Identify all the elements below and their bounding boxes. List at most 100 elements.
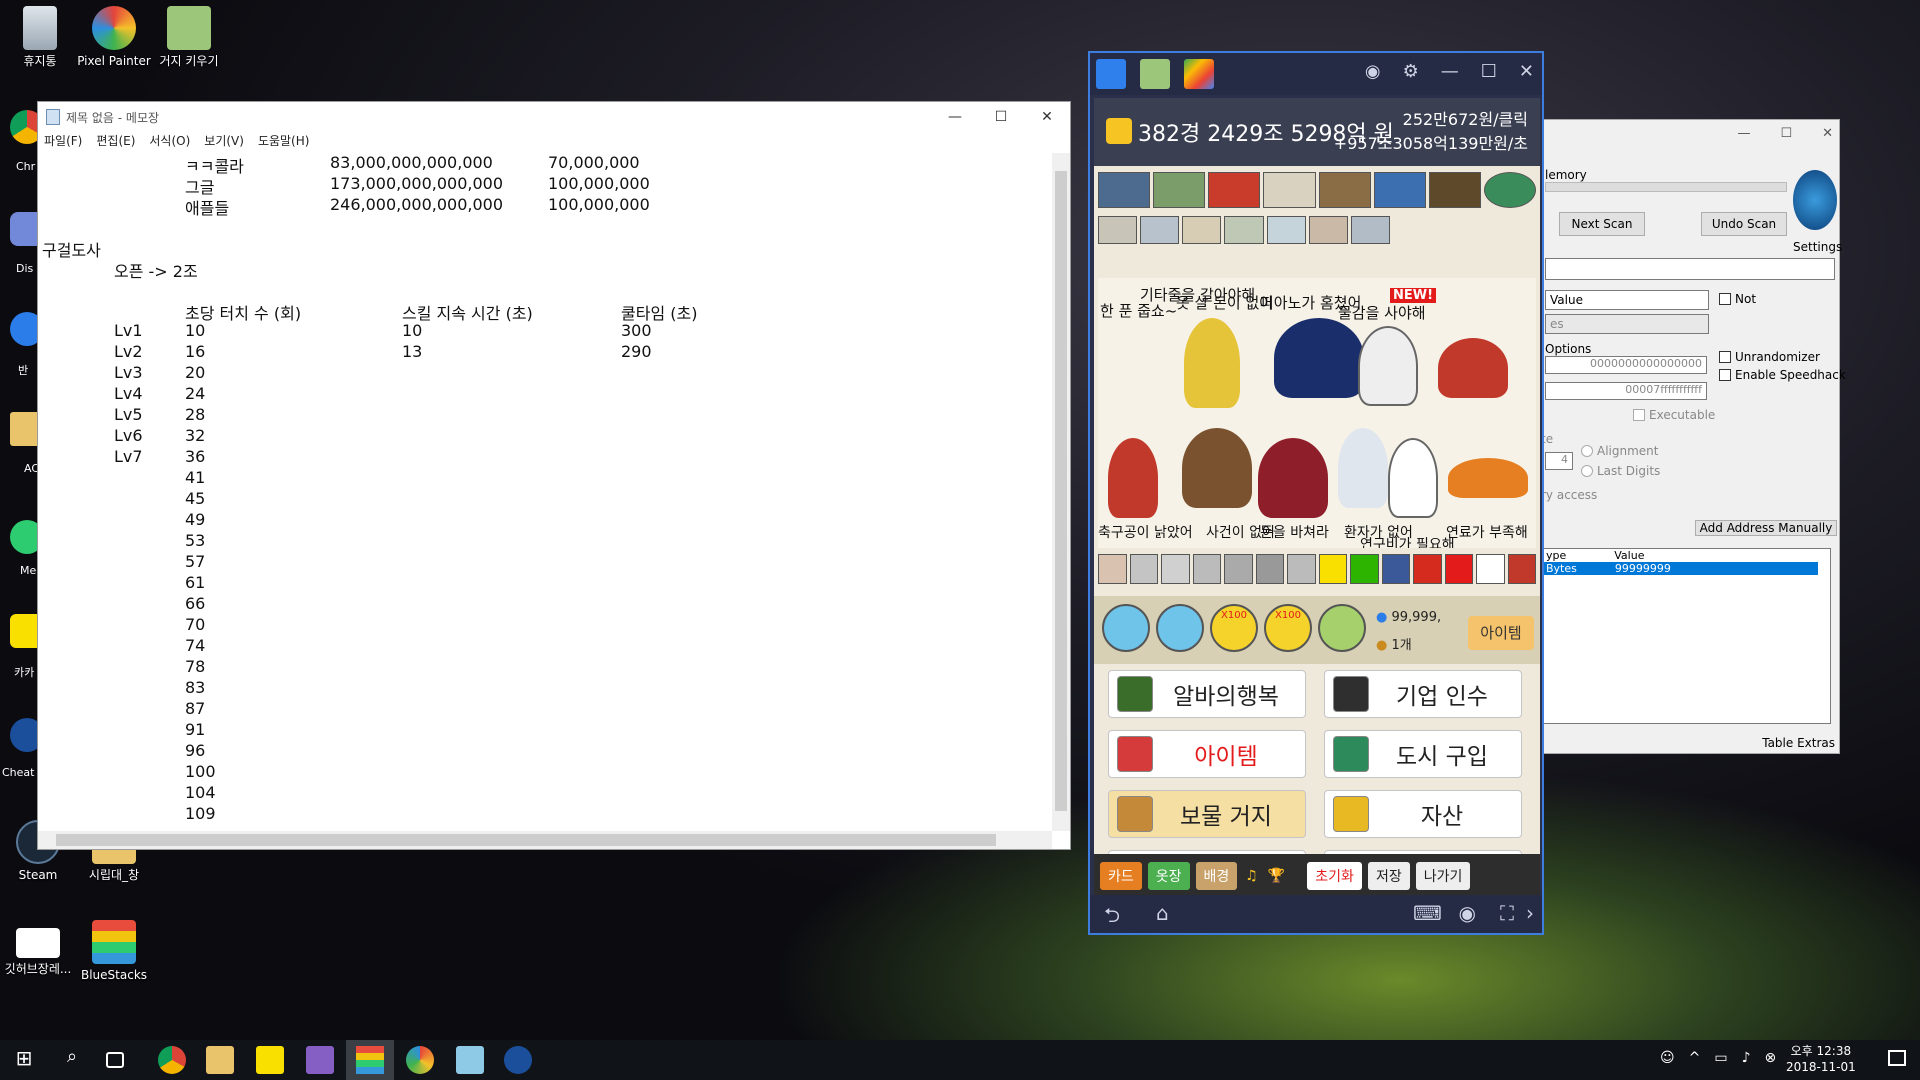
fullscreen-icon[interactable]: ⛶: [1500, 901, 1514, 925]
building-icon[interactable]: [1224, 216, 1264, 244]
building-icon[interactable]: [1182, 216, 1222, 244]
eye-icon[interactable]: ◉: [1459, 901, 1476, 925]
desktop-icon-github-file[interactable]: 깃허브장레...: [0, 920, 80, 976]
bs-minimize-button[interactable]: —: [1441, 61, 1459, 82]
globe-icon[interactable]: [1483, 172, 1536, 208]
address-list[interactable]: ype Value Bytes 99999999: [1541, 548, 1831, 724]
kakaotalk-taskbar-icon[interactable]: [256, 1046, 284, 1074]
brand-icon[interactable]: [1224, 554, 1253, 584]
background-button[interactable]: 배경: [1195, 862, 1238, 890]
notepad-titlebar[interactable]: 제목 없음 - 메모장: [38, 102, 1070, 132]
beggar-scene[interactable]: 기타줄을 갈아야해 한 푼 줍쇼~ 옷 살 돈이 없어 피아노가 홈쳤어 물감을…: [1098, 278, 1536, 548]
building-icon[interactable]: [1350, 216, 1390, 244]
menu-view[interactable]: 보기(V): [204, 132, 244, 152]
ce-maximize-button[interactable]: ☐: [1780, 126, 1792, 141]
brand-icon[interactable]: [1192, 554, 1221, 584]
mcdonalds-brand-icon[interactable]: [1413, 554, 1442, 584]
not-checkbox[interactable]: Not: [1719, 292, 1756, 306]
patron-icon[interactable]: [1428, 172, 1481, 208]
alignment-value-field[interactable]: 4: [1545, 452, 1573, 470]
buy-city-button[interactable]: 도시 구입: [1324, 730, 1522, 778]
desktop-icon-beggar-game[interactable]: 거지 키우기: [147, 6, 231, 68]
home-icon[interactable]: ⌂: [1156, 901, 1169, 925]
patron-icon[interactable]: [1153, 172, 1206, 208]
bs-close-button[interactable]: ✕: [1519, 61, 1534, 82]
horizontal-scrollbar[interactable]: [38, 831, 1052, 849]
card-button[interactable]: 카드: [1100, 862, 1142, 890]
patron-icon[interactable]: [1098, 172, 1151, 208]
expand-icon[interactable]: ›: [1526, 901, 1534, 925]
memory-field[interactable]: [1545, 182, 1787, 192]
bs-maximize-button[interactable]: ☐: [1481, 61, 1497, 82]
kakao-brand-icon[interactable]: [1318, 554, 1347, 584]
brand-icon[interactable]: [1098, 554, 1127, 584]
clock[interactable]: 오후 12:38 2018-11-01: [1786, 1043, 1856, 1075]
minimize-button[interactable]: —: [932, 102, 978, 132]
menu-format[interactable]: 서식(O): [149, 132, 190, 152]
text-area[interactable]: ㅋㅋ콜라 83,000,000,000,000 70,000,000 그글 173,00…: [38, 153, 1052, 831]
beggar-master-icon[interactable]: [1318, 604, 1366, 652]
back-icon[interactable]: ⮌: [1104, 901, 1120, 935]
value-field[interactable]: [1545, 258, 1835, 280]
trophy-icon[interactable]: 🏆: [1266, 864, 1287, 888]
ce-minimize-button[interactable]: —: [1737, 126, 1750, 141]
menu-edit[interactable]: 편집(E): [96, 132, 135, 152]
save-button[interactable]: 저장: [1367, 862, 1410, 890]
music-icon[interactable]: ♫: [1243, 864, 1260, 888]
assets-button[interactable]: 자산: [1324, 790, 1522, 838]
item-menu-button[interactable]: 아이템: [1108, 730, 1306, 778]
search-icon[interactable]: ⌕: [58, 1046, 86, 1074]
patron-icon[interactable]: [1208, 172, 1261, 208]
visual-studio-icon[interactable]: [306, 1046, 334, 1074]
building-icon[interactable]: [1308, 216, 1348, 244]
keyboard-icon[interactable]: ⌨: [1413, 901, 1442, 925]
list-row-selected[interactable]: Bytes 99999999: [1542, 562, 1818, 575]
brand-icon[interactable]: [1129, 554, 1158, 584]
touch-skill-icon[interactable]: [1102, 604, 1150, 652]
building-icon[interactable]: [1140, 216, 1180, 244]
notepad-taskbar-icon[interactable]: [456, 1046, 484, 1074]
reset-button[interactable]: 초기화: [1307, 862, 1362, 890]
network-icon[interactable]: ▭: [1714, 1050, 1727, 1066]
acquire-company-button[interactable]: 기업 인수: [1324, 670, 1522, 718]
building-icon[interactable]: [1266, 216, 1306, 244]
vertical-scrollbar[interactable]: [1052, 153, 1070, 831]
desktop-icon-bluestacks[interactable]: BlueStacks: [72, 920, 156, 982]
account-icon[interactable]: ◉: [1365, 61, 1381, 82]
start-windows-icon[interactable]: ⊞: [10, 1046, 38, 1074]
pixel-painter-taskbar-icon[interactable]: [406, 1046, 434, 1074]
ce-close-button[interactable]: ✕: [1822, 126, 1833, 141]
volume-icon[interactable]: ♪: [1742, 1050, 1751, 1066]
close-button[interactable]: ✕: [1024, 102, 1070, 132]
play-store-tab-icon[interactable]: [1184, 59, 1214, 89]
patron-icon[interactable]: [1263, 172, 1316, 208]
menu-file[interactable]: 파일(F): [44, 132, 82, 152]
cheat-engine-taskbar-icon[interactable]: [504, 1046, 532, 1074]
home-tab-icon[interactable]: [1096, 59, 1126, 89]
item-button[interactable]: 아이템: [1468, 616, 1534, 650]
brand-icon[interactable]: [1444, 554, 1473, 584]
desktop-icon-recycle-bin[interactable]: 휴지통: [0, 6, 82, 68]
scan-type-select[interactable]: es: [1545, 314, 1709, 334]
treasure-beggar-button[interactable]: 보물 거지: [1108, 790, 1306, 838]
google-brand-icon[interactable]: [1476, 554, 1505, 584]
coin-x100-icon[interactable]: X100: [1264, 604, 1312, 652]
stop-address-field[interactable]: 00007fffffffffff: [1545, 382, 1707, 400]
maximize-button[interactable]: ☐: [978, 102, 1024, 132]
game-tab-icon[interactable]: [1140, 59, 1170, 89]
alignment-radio[interactable]: Alignment: [1581, 444, 1658, 458]
start-address-field[interactable]: 0000000000000000: [1545, 356, 1707, 374]
exit-button[interactable]: 나가기: [1415, 862, 1471, 890]
brand-icon[interactable]: [1161, 554, 1190, 584]
chrome-taskbar-icon[interactable]: [158, 1046, 186, 1074]
notification-icon[interactable]: [1888, 1050, 1906, 1066]
scroll-thumb-h[interactable]: [56, 834, 996, 846]
desktop-icon-pixel-painter[interactable]: Pixel Painter: [72, 6, 156, 68]
scroll-thumb[interactable]: [1055, 171, 1067, 811]
settings-link[interactable]: Settings: [1793, 240, 1842, 254]
value-type-select[interactable]: Value: [1545, 290, 1709, 310]
last-digits-radio[interactable]: Last Digits: [1581, 464, 1660, 478]
cherry-brand-icon[interactable]: [1507, 554, 1536, 584]
building-icon[interactable]: [1098, 216, 1138, 244]
file-explorer-icon[interactable]: [206, 1046, 234, 1074]
